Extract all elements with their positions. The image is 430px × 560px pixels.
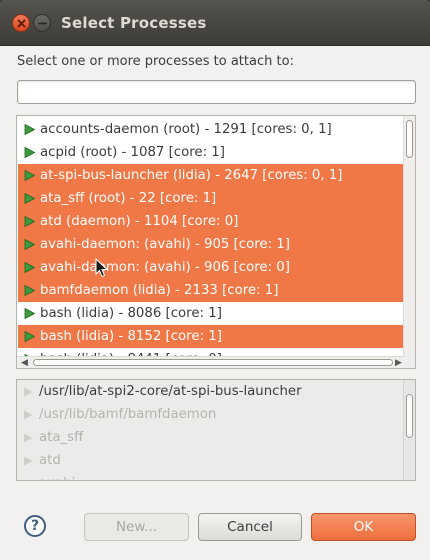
- process-row[interactable]: ata_sff (root) - 22 [core: 1]: [18, 187, 405, 210]
- minimize-icon: [38, 22, 47, 25]
- path-list-vertical-scrollbar[interactable]: [403, 380, 415, 480]
- path-label: /usr/lib/at-spi2-core/at-spi-bus-launche…: [39, 384, 302, 399]
- path-row: /usr/lib/at-spi2-core/at-spi-bus-launche…: [17, 380, 415, 403]
- process-list[interactable]: accounts-daemon (root) - 1291 [cores: 0,…: [16, 115, 416, 369]
- process-label: atd (daemon) - 1104 [core: 0]: [40, 214, 239, 229]
- path-icon: [24, 410, 33, 420]
- vertical-scroll-thumb[interactable]: [406, 120, 413, 158]
- process-row[interactable]: avahi-daemon: (avahi) - 905 [core: 1]: [18, 233, 405, 256]
- process-row[interactable]: atd (daemon) - 1104 [core: 0]: [18, 210, 405, 233]
- process-row[interactable]: accounts-daemon (root) - 1291 [cores: 0,…: [18, 118, 405, 141]
- process-row[interactable]: acpid (root) - 1087 [core: 1]: [18, 141, 405, 164]
- filter-input[interactable]: [17, 80, 416, 104]
- window-title: Select Processes: [61, 14, 207, 32]
- path-icon: [24, 433, 33, 443]
- process-label: avahi-daemon: (avahi) - 906 [core: 0]: [40, 260, 290, 275]
- process-icon: [24, 308, 35, 319]
- path-row: avahi: [17, 472, 415, 480]
- process-label: avahi-daemon: (avahi) - 905 [core: 1]: [40, 237, 290, 252]
- process-icon: [24, 124, 35, 135]
- process-row[interactable]: at-spi-bus-launcher (lidia) - 2647 [core…: [18, 164, 405, 187]
- process-icon: [24, 285, 35, 296]
- scroll-left-icon[interactable]: ◀: [21, 359, 28, 368]
- path-icon: [24, 387, 33, 397]
- process-label: bash (lidia) - 8152 [core: 1]: [40, 329, 222, 344]
- path-rows: /usr/lib/at-spi2-core/at-spi-bus-launche…: [17, 380, 415, 480]
- process-label: bamfdaemon (lidia) - 2133 [core: 1]: [40, 283, 279, 298]
- minimize-window-button[interactable]: [33, 14, 51, 32]
- scrollbar-corner: [403, 356, 415, 368]
- path-label: /usr/lib/bamf/bamfdaemon: [39, 407, 217, 422]
- path-row: ata_sff: [17, 426, 415, 449]
- close-icon: [17, 19, 26, 28]
- process-list-vertical-scrollbar[interactable]: [403, 116, 415, 356]
- title-bar: Select Processes: [0, 0, 430, 46]
- path-scroll-thumb[interactable]: [406, 394, 413, 438]
- process-list-horizontal-scrollbar[interactable]: ◀ ▶: [17, 356, 405, 368]
- process-icon: [24, 147, 35, 158]
- process-label: bash (lidia) - 8086 [core: 1]: [40, 306, 222, 321]
- process-label: accounts-daemon (root) - 1291 [cores: 0,…: [40, 122, 332, 137]
- process-label: acpid (root) - 1087 [core: 1]: [40, 145, 225, 160]
- process-rows: accounts-daemon (root) - 1291 [cores: 0,…: [18, 118, 405, 362]
- path-row: /usr/lib/bamf/bamfdaemon: [17, 403, 415, 426]
- process-icon: [24, 216, 35, 227]
- ok-button[interactable]: OK: [311, 513, 416, 541]
- scroll-right-icon[interactable]: ▶: [395, 359, 402, 368]
- help-button[interactable]: ?: [24, 515, 46, 537]
- instruction-label: Select one or more processes to attach t…: [17, 54, 294, 69]
- process-label: ata_sff (root) - 22 [core: 1]: [40, 191, 217, 206]
- path-label: avahi: [39, 476, 75, 480]
- mouse-cursor-icon: [95, 258, 109, 278]
- process-label: at-spi-bus-launcher (lidia) - 2647 [core…: [40, 168, 343, 183]
- new-button[interactable]: New...: [84, 513, 189, 541]
- process-icon: [24, 262, 35, 273]
- close-window-button[interactable]: [12, 14, 30, 32]
- path-row: atd: [17, 449, 415, 472]
- cancel-button[interactable]: Cancel: [198, 513, 302, 541]
- process-icon: [24, 193, 35, 204]
- path-label: ata_sff: [39, 430, 84, 445]
- process-row[interactable]: bamfdaemon (lidia) - 2133 [core: 1]: [18, 279, 405, 302]
- horizontal-scroll-thumb[interactable]: [33, 359, 393, 366]
- path-icon: [24, 479, 25, 480]
- process-icon: [24, 331, 35, 342]
- process-row[interactable]: bash (lidia) - 8152 [core: 1]: [18, 325, 405, 348]
- process-icon: [24, 170, 35, 181]
- process-icon: [24, 239, 35, 250]
- process-row[interactable]: bash (lidia) - 8086 [core: 1]: [18, 302, 405, 325]
- process-row[interactable]: avahi-daemon: (avahi) - 906 [core: 0]: [18, 256, 405, 279]
- select-processes-dialog: Select Processes Select one or more proc…: [0, 0, 430, 560]
- path-label: atd: [39, 453, 61, 468]
- path-icon: [24, 456, 33, 466]
- process-path-list: /usr/lib/at-spi2-core/at-spi-bus-launche…: [16, 379, 416, 481]
